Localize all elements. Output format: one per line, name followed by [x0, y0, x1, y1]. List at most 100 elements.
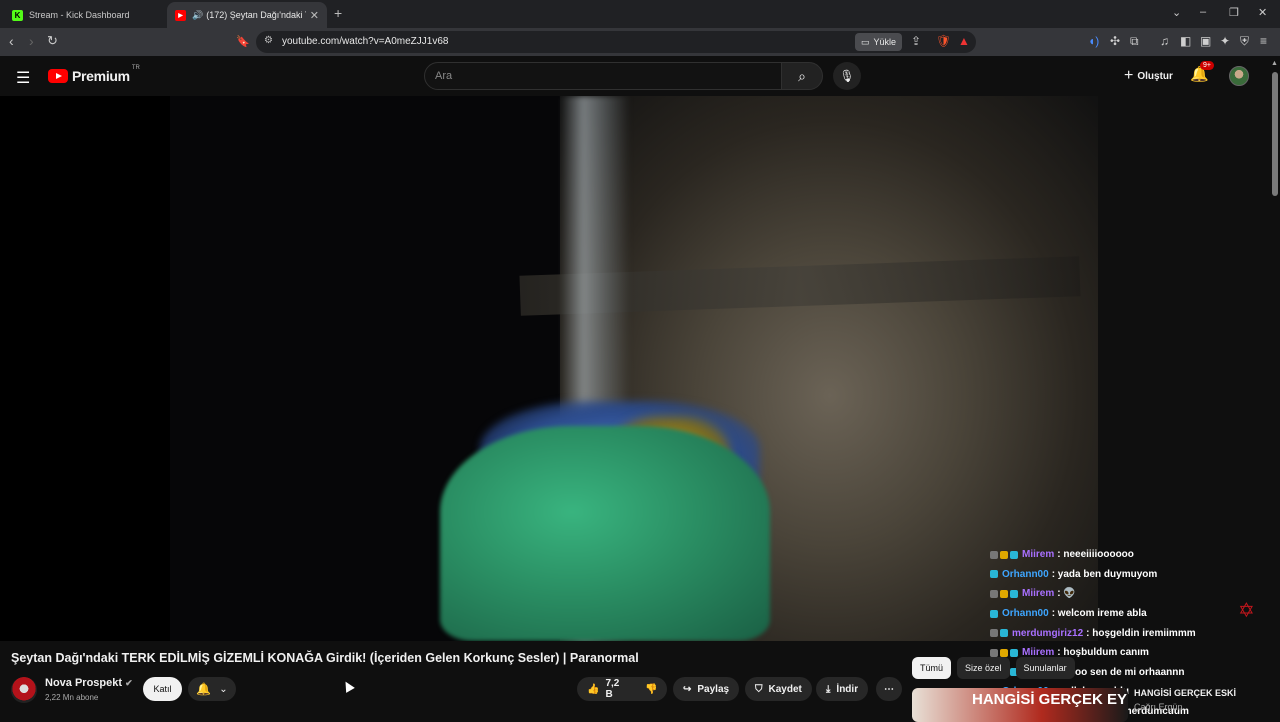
bookmark-icon[interactable]: 🔖	[236, 35, 250, 48]
sidebar-icon[interactable]: ◧	[1180, 34, 1191, 48]
chat-text: : welcom ireme abla	[1051, 608, 1147, 620]
notifications-button[interactable]: 🔔 9+	[1190, 61, 1214, 83]
brave-rewards-icon[interactable]: ▲	[958, 34, 970, 48]
like-button[interactable]: 👍 7,2 B	[577, 677, 637, 701]
kick-favicon-icon: K	[12, 9, 23, 21]
vpn-icon[interactable]: ⛨	[1240, 34, 1249, 49]
chat-badge-icon	[1010, 648, 1018, 657]
site-info-icon[interactable]: ⚙	[264, 35, 273, 46]
channel-name[interactable]: Nova Prospekt ✔	[45, 677, 133, 689]
download-button[interactable]: ⤓ İndir	[816, 677, 869, 701]
chat-badge-icon	[1000, 648, 1008, 657]
chat-text: : yada ben duymuyom	[1051, 568, 1158, 580]
install-app-button[interactable]: ▭ Yükle	[855, 33, 903, 51]
youtube-premium-logo[interactable]: Premium TR	[48, 65, 140, 84]
chat-badge-icon	[1000, 629, 1008, 638]
chip-1[interactable]: Size özel	[957, 657, 1010, 679]
share-page-icon[interactable]: ⇪	[911, 34, 921, 48]
bell-icon: 🔔	[196, 682, 212, 696]
maximize-icon[interactable]: ❐	[1229, 6, 1239, 19]
subscriber-count: 2,22 Mn abone	[45, 693, 99, 702]
youtube-header: ☰ Premium TR ⌕ 🎙 + Oluştur 🔔 9+	[0, 56, 1280, 96]
brave-shields-icon[interactable]: 🛡	[936, 34, 951, 48]
chat-text: : neeeiiiioooooo	[1057, 549, 1134, 561]
leo-ai-icon[interactable]: ✦	[1220, 34, 1230, 48]
pentagram-logo-icon: ✡	[1238, 600, 1255, 622]
share-button[interactable]: ↪ Paylaş	[673, 677, 740, 701]
youtube-logo-icon	[48, 69, 68, 83]
scrollbar-thumb[interactable]	[1272, 72, 1278, 196]
install-label: Yükle	[873, 37, 897, 47]
save-button[interactable]: ⛉ Kaydet	[745, 677, 812, 701]
voice-search-button[interactable]: 🎙	[833, 62, 861, 90]
chat-message: Miirem: neeeiiiioooooo	[990, 545, 1270, 565]
chat-badge-icon	[990, 648, 998, 657]
tab-youtube-video[interactable]: ▶ 🔊 (172) Şeytan Dağı'ndaki TERK ✕	[167, 2, 327, 28]
plus-icon: +	[1124, 67, 1134, 84]
browser-tabstrip: K Stream - Kick Dashboard ▶ 🔊 (172) Şeyt…	[0, 0, 1280, 28]
media-controls-icon[interactable]: ♫	[1160, 34, 1169, 48]
chat-username[interactable]: Orhann00	[1002, 569, 1049, 580]
notification-badge: 9+	[1200, 61, 1214, 70]
video-player[interactable]	[0, 96, 1098, 641]
tab-kick-dashboard[interactable]: K Stream - Kick Dashboard	[4, 2, 164, 28]
chat-badge-icon	[990, 570, 998, 579]
video-title: Şeytan Dağı'ndaki TERK EDİLMİŞ GİZEMLİ K…	[11, 651, 639, 665]
thumbnail-text: HANGİSİ GERÇEK EYP	[972, 691, 1128, 708]
wallet-icon[interactable]: ▣	[1200, 34, 1211, 48]
chip-2[interactable]: Sunulanlar	[1015, 657, 1075, 679]
recommended-channel: Çağrı Ergün	[1134, 702, 1183, 712]
search-button[interactable]: ⌕	[781, 62, 823, 90]
scroll-up-icon[interactable]: ▲	[1271, 60, 1278, 67]
mouse-cursor-icon	[341, 679, 355, 693]
more-icon: ⋯	[884, 683, 894, 695]
close-tab-icon[interactable]: ✕	[310, 9, 319, 22]
search-box	[424, 62, 782, 90]
save-label: Kaydet	[768, 683, 802, 695]
chat-username[interactable]: Orhann00	[1002, 608, 1049, 619]
chat-badge-icon	[990, 629, 998, 638]
logo-text: Premium	[72, 68, 130, 84]
recommended-video[interactable]: HANGİSİ GERÇEK EYP HANGİSİ GERÇEK ESKİ Ç…	[912, 686, 1272, 722]
share-icon: ↪	[683, 683, 692, 695]
bookmark-icon: ⛉	[755, 683, 763, 695]
chevron-down-icon: ⌄	[219, 683, 228, 695]
reload-icon[interactable]: ↻	[47, 33, 58, 49]
chat-badge-icon	[1010, 550, 1018, 559]
more-actions-button[interactable]: ⋯	[876, 677, 902, 701]
new-tab-icon[interactable]: +	[334, 5, 342, 21]
join-button[interactable]: Katıl	[143, 677, 182, 701]
chat-username[interactable]: Miirem	[1022, 549, 1054, 560]
recommended-title: HANGİSİ GERÇEK ESKİ	[1134, 688, 1237, 698]
extensions-icon[interactable]: ✣	[1110, 34, 1120, 48]
minimize-icon[interactable]: –	[1200, 6, 1206, 18]
chat-text: : 👽	[1057, 588, 1076, 600]
recommended-thumbnail[interactable]: HANGİSİ GERÇEK EYP	[912, 688, 1128, 722]
back-icon[interactable]: ‹	[9, 33, 14, 49]
recommendation-chips: Tümü Size özel Sunulanlar	[912, 657, 1075, 679]
search-input[interactable]	[435, 70, 765, 82]
create-button[interactable]: + Oluştur	[1116, 64, 1181, 88]
browser-menu-icon[interactable]: ≡	[1260, 34, 1267, 48]
youtube-favicon-icon: ▶	[175, 9, 186, 21]
account-avatar[interactable]	[1229, 66, 1249, 86]
chip-0[interactable]: Tümü	[912, 657, 952, 679]
video-frame-green-cloth	[440, 426, 770, 641]
download-label: İndir	[836, 683, 859, 695]
page-scrollbar[interactable]: ▲	[1270, 60, 1280, 720]
chat-username[interactable]: Miirem	[1022, 588, 1054, 599]
hamburger-menu-icon[interactable]: ☰	[16, 68, 30, 88]
dislike-button[interactable]: 👎	[637, 677, 667, 701]
close-window-icon[interactable]: ✕	[1258, 6, 1267, 19]
chat-username[interactable]: merdumgiriz12	[1012, 628, 1083, 639]
chat-message: merdumgiriz12: hoşgeldin iremiimmm	[990, 623, 1270, 643]
audio-playing-icon[interactable]: ◖)	[1088, 34, 1099, 48]
subscription-bell-button[interactable]: 🔔 ⌄	[188, 677, 236, 701]
tab-search-chevron-icon[interactable]: ⌄	[1172, 6, 1181, 19]
verified-icon: ✔	[125, 678, 133, 688]
forward-icon[interactable]: ›	[29, 33, 34, 49]
channel-avatar[interactable]	[11, 677, 37, 703]
screenshot-icon[interactable]: ⧉	[1130, 34, 1139, 49]
speaker-icon[interactable]: 🔊	[192, 10, 203, 21]
chat-message: Orhann00: welcom ireme abla	[990, 604, 1270, 624]
